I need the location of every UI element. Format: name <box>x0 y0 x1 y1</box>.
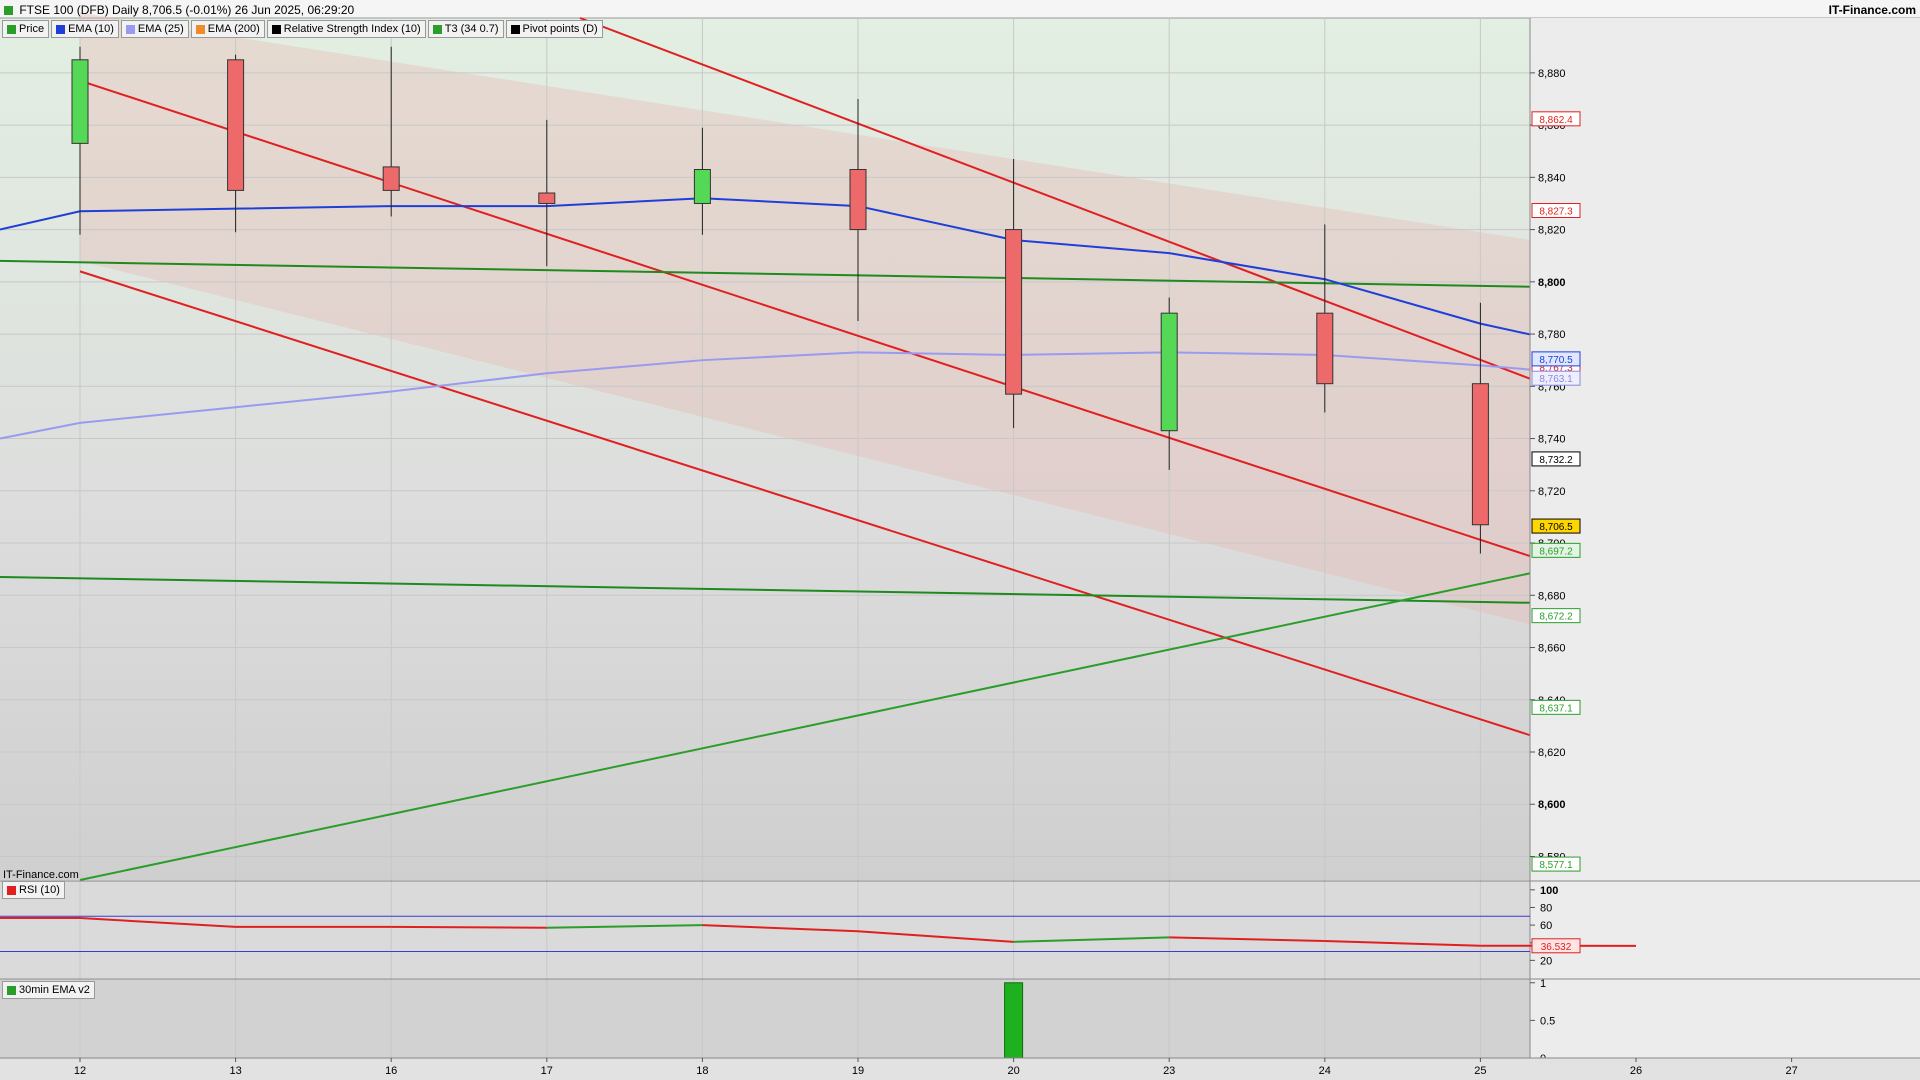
axis-pivot-value: 8,672.2 <box>1539 612 1573 623</box>
y-tick-label: 8,780 <box>1538 329 1566 341</box>
legend-pivots[interactable]: Pivot points (D) <box>505 20 603 38</box>
ema30-panel-text: 30min EMA v2 <box>19 984 90 996</box>
legend-ema10-swatch <box>56 24 66 34</box>
rsi-panel-background <box>0 881 1530 978</box>
candle-body <box>227 59 245 191</box>
y-tick-label: 8,820 <box>1538 225 1566 237</box>
x-tick-label: 24 <box>1319 1065 1331 1077</box>
candle-body <box>71 59 89 144</box>
legend-t3[interactable]: T3 (34 0.7) <box>427 20 504 38</box>
candle-body <box>1005 229 1023 395</box>
legend-ema25-label: EMA (25) <box>137 23 184 35</box>
rsi-panel-label[interactable]: RSI (10) <box>2 881 65 899</box>
x-tick-label: 12 <box>74 1065 86 1077</box>
chart-title: FTSE 100 (DFB) Daily 8,706.5 (-0.01%) 26… <box>19 3 355 17</box>
legend-price-label: Price <box>19 23 45 35</box>
rsi-tick-label: 60 <box>1540 920 1552 932</box>
chart-title-row: FTSE 100 (DFB) Daily 8,706.5 (-0.01%) 26… <box>4 2 354 18</box>
instrument-icon <box>4 6 13 16</box>
legend-t3-swatch <box>432 24 442 34</box>
ema30-tick-label: 1 <box>1540 978 1546 990</box>
legend-ema25[interactable]: EMA (25) <box>120 20 189 38</box>
x-tick-label: 17 <box>541 1065 553 1077</box>
chart-canvas[interactable]: R3 D8,862.4R2 D8,827.3R1 D8,767.3Piv D8,… <box>0 0 1920 1080</box>
legend-ema25-swatch <box>125 24 135 34</box>
ema30-panel-background <box>0 979 1530 1058</box>
legend-rsi-label: Relative Strength Index (10) <box>283 23 421 35</box>
x-tick-label: 19 <box>852 1065 864 1077</box>
candle-body <box>1471 383 1489 526</box>
ema30-bar <box>1004 982 1024 1059</box>
legend-ema200-swatch <box>195 24 205 34</box>
y-tick-label: 8,660 <box>1538 643 1566 655</box>
rsi-last-value: 36.532 <box>1541 942 1572 953</box>
legend-price-swatch <box>7 24 16 34</box>
legend-price[interactable]: Price <box>2 20 50 38</box>
y-tick-label: 8,800 <box>1538 277 1566 289</box>
rsi-panel-swatch <box>7 885 16 895</box>
y-tick-label: 8,880 <box>1538 68 1566 80</box>
indicator-legend: Price EMA (10) EMA (25) EMA (200) Relati… <box>2 20 605 38</box>
candle-body <box>382 166 400 191</box>
y-tick-label: 8,680 <box>1538 590 1566 602</box>
candle-body <box>693 169 711 204</box>
legend-ema200[interactable]: EMA (200) <box>190 20 265 38</box>
rsi-tick-label: 80 <box>1540 902 1552 914</box>
legend-pivots-label: Pivot points (D) <box>522 23 598 35</box>
y-tick-label: 8,620 <box>1538 747 1566 759</box>
watermark-label: IT-Finance.com <box>3 869 79 881</box>
x-tick-label: 16 <box>385 1065 397 1077</box>
x-tick-label: 23 <box>1163 1065 1175 1077</box>
ema30-panel-label[interactable]: 30min EMA v2 <box>2 981 95 999</box>
x-tick-label: 27 <box>1785 1065 1797 1077</box>
candle-body <box>849 169 867 231</box>
axis-pivot-value: 8,637.1 <box>1539 703 1573 714</box>
axis-pivot-value: 8,577.1 <box>1539 860 1573 871</box>
ema30-tick-label: 0.5 <box>1540 1015 1555 1027</box>
legend-rsi[interactable]: Relative Strength Index (10) <box>266 20 426 38</box>
x-tick-label: 18 <box>696 1065 708 1077</box>
y-tick-label: 8,720 <box>1538 486 1566 498</box>
axis-price-tag-label: 8,763.1 <box>1539 374 1573 385</box>
axis-pivot-value: 8,732.2 <box>1539 455 1573 466</box>
rsi-tick-label: 20 <box>1540 955 1552 967</box>
y-tick-label: 8,840 <box>1538 172 1566 184</box>
y-tick-label: 8,600 <box>1538 799 1566 811</box>
legend-pivots-swatch <box>510 24 520 34</box>
y-tick-label: 8,740 <box>1538 434 1566 446</box>
axis-pivot-value: 8,827.3 <box>1539 207 1573 218</box>
candle-body <box>1160 312 1178 432</box>
x-tick-label: 20 <box>1007 1065 1019 1077</box>
rsi-line-segment <box>391 925 547 929</box>
candle-body <box>538 192 556 204</box>
legend-ema10-label: EMA (10) <box>68 23 114 35</box>
ema30-panel-swatch <box>7 985 16 995</box>
legend-t3-label: T3 (34 0.7) <box>444 23 499 35</box>
x-tick-label: 13 <box>229 1065 241 1077</box>
legend-ema10[interactable]: EMA (10) <box>51 20 119 38</box>
axis-price-tag-label: 8,706.5 <box>1539 522 1573 533</box>
legend-ema200-label: EMA (200) <box>207 23 260 35</box>
x-tick-label: 25 <box>1474 1065 1486 1077</box>
axis-pivot-value: 8,862.4 <box>1539 115 1573 126</box>
axis-price-tag-label: 8,770.5 <box>1539 355 1573 366</box>
axis-price-tag-label: 8,697.2 <box>1539 546 1573 557</box>
brand-label: IT-Finance.com <box>1828 3 1916 17</box>
rsi-panel-text: RSI (10) <box>19 884 60 896</box>
legend-rsi-swatch <box>271 24 281 34</box>
x-tick-label: 26 <box>1630 1065 1642 1077</box>
y-axis-background <box>1530 18 1920 1058</box>
rsi-tick-label: 100 <box>1540 885 1558 897</box>
candle-body <box>1316 312 1334 385</box>
